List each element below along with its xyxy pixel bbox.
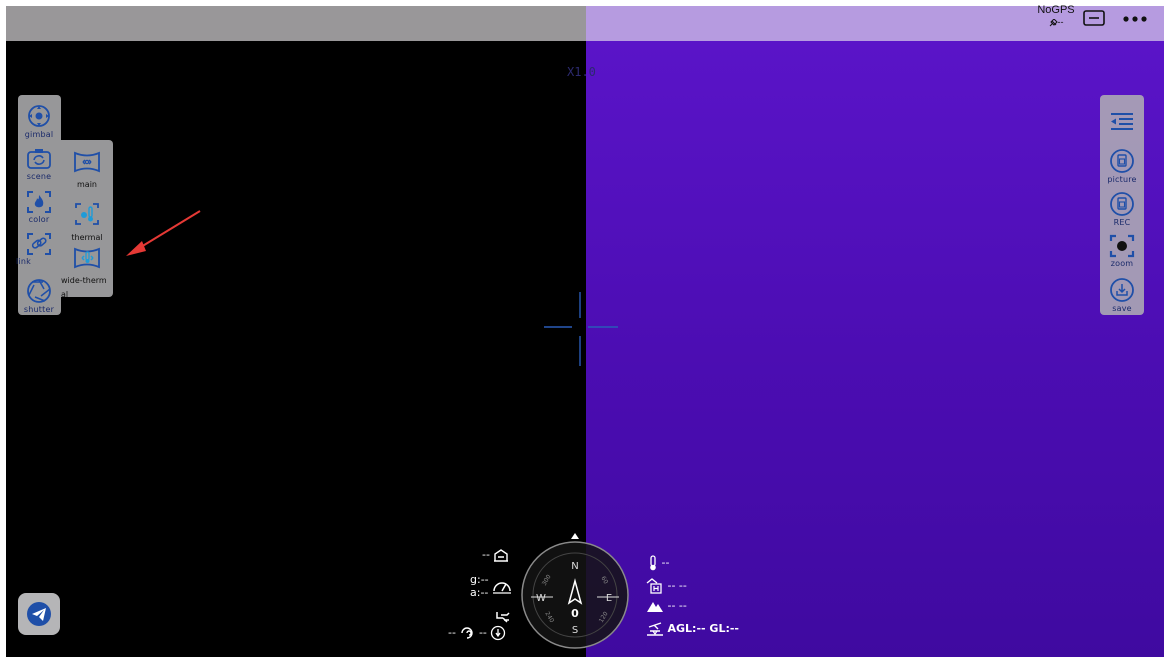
- home-height-readout: -- --: [646, 578, 687, 594]
- top-bar-left: [6, 6, 586, 41]
- record-label: REC: [1113, 218, 1131, 227]
- top-bar-right: [586, 6, 1164, 41]
- scene-label: scene: [26, 172, 52, 181]
- link-icon: [27, 233, 51, 255]
- gimbal-label: gimbal: [24, 130, 54, 139]
- satellite-icon: [1049, 17, 1058, 26]
- temperature-readout: --: [648, 555, 669, 571]
- zoom-focus-icon: [1109, 234, 1135, 258]
- annotation-arrow: [126, 210, 201, 256]
- more-options-icon[interactable]: [1120, 8, 1150, 28]
- shutter-icon: [27, 279, 51, 303]
- wind-direction-icon: [491, 625, 506, 641]
- wide-thermal-icon: [74, 247, 100, 269]
- pip-toggle-icon[interactable]: [1083, 10, 1105, 26]
- link-label: link: [16, 257, 31, 266]
- ground-speed: g:--: [470, 573, 489, 586]
- save-label: save: [1112, 304, 1132, 313]
- thermal-mode-label: thermal: [71, 233, 103, 242]
- home-distance-icon: [494, 549, 509, 562]
- main-camera-view[interactable]: [6, 41, 586, 657]
- record-button[interactable]: REC: [1100, 191, 1144, 227]
- center-crosshair: [544, 292, 618, 366]
- paper-plane-icon: [27, 602, 51, 626]
- aircraft-attitude-icon-wrap: [495, 610, 511, 624]
- compass-widget: N S E W 300 60 240 120 0: [521, 533, 629, 649]
- collapse-menu-icon[interactable]: [1109, 112, 1135, 132]
- heading-value: 0: [571, 607, 579, 620]
- gps-status-text: NoGPS: [1037, 4, 1075, 16]
- thermal-camera-icon: [75, 203, 99, 225]
- compass-west: W: [536, 593, 546, 604]
- picture-label: picture: [1107, 175, 1137, 184]
- mountain-icon: [647, 602, 663, 612]
- flame-icon: [27, 191, 51, 213]
- shutter-button[interactable]: shutter: [17, 278, 61, 314]
- speed-readout: g:-- a:--: [470, 573, 512, 599]
- gps-status: NoGPS --: [1036, 5, 1076, 28]
- main-mode-label: main: [77, 180, 97, 189]
- agl-readout: AGL:-- GL:--: [646, 621, 739, 637]
- compass-east: E: [606, 593, 612, 604]
- wind-readout: -- --: [448, 625, 506, 641]
- compass-south: S: [572, 625, 578, 636]
- color-button[interactable]: color: [17, 190, 61, 224]
- wide-thermal-mode-label: wide-therm al: [61, 276, 107, 299]
- speedometer-icon: [493, 582, 512, 594]
- thermal-camera-view[interactable]: [586, 41, 1164, 657]
- zoom-button[interactable]: zoom: [1100, 234, 1144, 268]
- link-button[interactable]: link: [16, 232, 61, 266]
- color-label: color: [28, 215, 50, 224]
- camera-mode-wide-thermal[interactable]: wide-therm al: [61, 246, 113, 299]
- distance-readout: --: [482, 548, 509, 562]
- gps-satellite-count: --: [1036, 17, 1076, 28]
- thermometer-icon: [650, 555, 656, 571]
- scene-button[interactable]: scene: [17, 147, 61, 181]
- zoom-label: zoom: [1110, 259, 1134, 268]
- download-icon: [1110, 278, 1134, 302]
- zoom-level: X1.0: [567, 65, 596, 79]
- picture-icon: [1110, 149, 1134, 173]
- camera-mode-main[interactable]: main: [61, 150, 113, 189]
- send-button[interactable]: [18, 593, 60, 635]
- record-icon: [1110, 192, 1134, 216]
- air-speed: a:--: [470, 586, 489, 599]
- save-button[interactable]: save: [1100, 277, 1144, 313]
- altitude-readout: -- --: [646, 599, 687, 613]
- compass-top-marker: [571, 533, 579, 539]
- camera-switch-icon: [27, 149, 51, 169]
- aircraft-icon: [496, 612, 510, 623]
- camera-mode-thermal[interactable]: thermal: [61, 201, 113, 242]
- main-camera-icon: [74, 151, 100, 173]
- gimbal-button[interactable]: gimbal: [17, 103, 61, 139]
- gimbal-icon: [28, 105, 50, 127]
- aircraft-altitude-icon: [647, 622, 663, 636]
- shutter-label: shutter: [23, 305, 55, 314]
- picture-button[interactable]: picture: [1100, 148, 1144, 184]
- compass-north: N: [571, 561, 578, 572]
- wind-icon: [461, 627, 474, 639]
- home-height-icon: [646, 578, 662, 594]
